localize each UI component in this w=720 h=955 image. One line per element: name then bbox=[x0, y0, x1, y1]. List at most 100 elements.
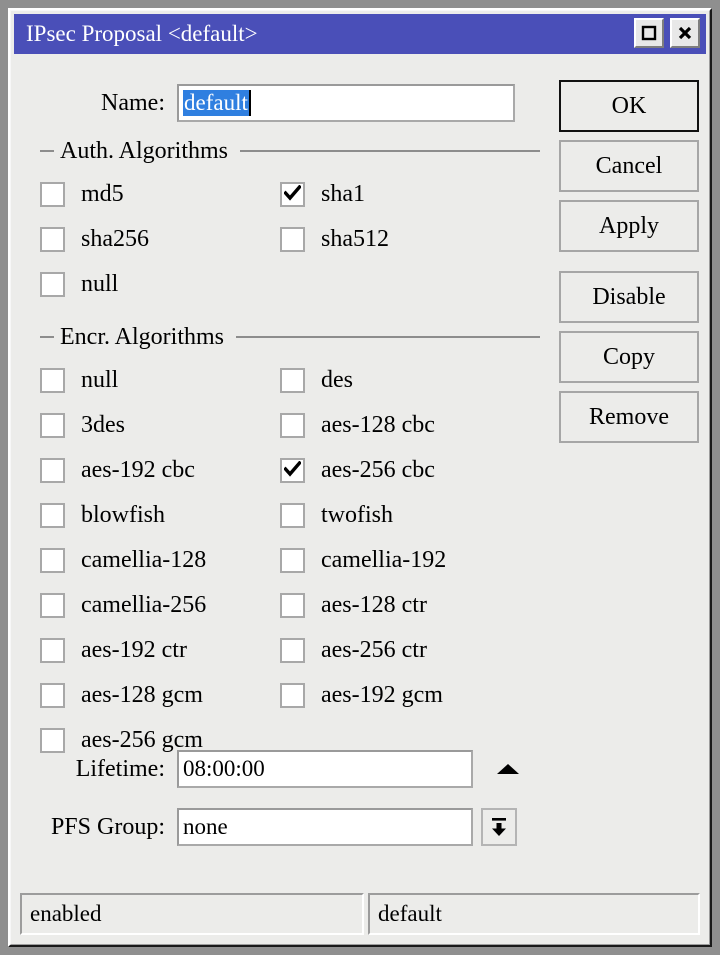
checkbox-item-3des[interactable]: 3des bbox=[40, 412, 280, 439]
checkbox-label: aes-256 ctr bbox=[321, 637, 427, 663]
checkbox-box[interactable] bbox=[280, 413, 305, 438]
checkbox-box[interactable] bbox=[280, 368, 305, 393]
cancel-button[interactable]: Cancel bbox=[559, 140, 699, 192]
pfs-group-row: PFS Group: none bbox=[14, 807, 517, 847]
checkbox-box[interactable] bbox=[40, 503, 65, 528]
checkbox-label: aes-128 cbc bbox=[321, 412, 435, 438]
checkbox-item-null[interactable]: null bbox=[40, 367, 280, 394]
checkbox-item-camellia-128[interactable]: camellia-128 bbox=[40, 547, 280, 574]
checkbox-box[interactable] bbox=[40, 368, 65, 393]
encr-group-title: Encr. Algorithms bbox=[60, 323, 224, 350]
checkbox-item-camellia-192[interactable]: camellia-192 bbox=[280, 547, 520, 574]
auth-checkbox-grid: md5 sha1 sha256 sha512 null bbox=[40, 172, 540, 307]
checkbox-label: twofish bbox=[321, 502, 393, 528]
checkbox-box[interactable] bbox=[40, 272, 65, 297]
checkbox-item-aes-128-ctr[interactable]: aes-128 ctr bbox=[280, 592, 520, 619]
checkbox-label: camellia-128 bbox=[81, 547, 207, 573]
checkbox-label: aes-192 gcm bbox=[321, 682, 443, 708]
checkbox-label: aes-128 ctr bbox=[321, 592, 427, 618]
button-label: Copy bbox=[602, 343, 655, 370]
maximize-icon[interactable] bbox=[634, 18, 664, 48]
button-label: Remove bbox=[589, 403, 669, 430]
encr-group-header: Encr. Algorithms bbox=[40, 324, 540, 350]
checkbox-item-sha512[interactable]: sha512 bbox=[280, 226, 520, 253]
checkbox-box[interactable] bbox=[40, 413, 65, 438]
group-rule bbox=[236, 336, 540, 338]
close-icon[interactable] bbox=[670, 18, 700, 48]
checkbox-box[interactable] bbox=[280, 593, 305, 618]
checkbox-item-camellia-256[interactable]: camellia-256 bbox=[40, 592, 280, 619]
checkbox-box[interactable] bbox=[40, 548, 65, 573]
checkbox-box[interactable] bbox=[280, 548, 305, 573]
checkbox-box[interactable] bbox=[40, 683, 65, 708]
check-glyph bbox=[284, 461, 301, 477]
lifetime-label: Lifetime: bbox=[75, 755, 165, 782]
checkbox-box[interactable] bbox=[40, 593, 65, 618]
checkbox-box[interactable] bbox=[280, 227, 305, 252]
checkbox-box[interactable] bbox=[40, 227, 65, 252]
checkbox-row: camellia-256 aes-128 ctr bbox=[40, 583, 540, 628]
name-label: Name: bbox=[101, 89, 165, 116]
window-controls bbox=[634, 18, 700, 48]
disable-button[interactable]: Disable bbox=[559, 271, 699, 323]
checkbox-item-md5[interactable]: md5 bbox=[40, 181, 280, 208]
triangle-up-glyph bbox=[497, 764, 519, 774]
lifetime-input[interactable]: 08:00:00 bbox=[177, 750, 473, 788]
checkbox-label: 3des bbox=[81, 412, 125, 438]
lifetime-spinner-up-icon[interactable] bbox=[489, 762, 527, 776]
button-label: OK bbox=[611, 92, 647, 119]
checkbox-label: md5 bbox=[81, 181, 124, 207]
checkbox-box[interactable] bbox=[280, 182, 305, 207]
group-dash bbox=[40, 336, 54, 338]
pfs-group-dropdown-button[interactable] bbox=[481, 808, 517, 846]
checkbox-item-sha1[interactable]: sha1 bbox=[280, 181, 520, 208]
checkbox-item-aes-128-gcm[interactable]: aes-128 gcm bbox=[40, 682, 280, 709]
checkbox-row: md5 sha1 bbox=[40, 172, 540, 217]
checkbox-label: aes-192 cbc bbox=[81, 457, 195, 483]
checkbox-box[interactable] bbox=[280, 503, 305, 528]
checkbox-box[interactable] bbox=[40, 458, 65, 483]
checkbox-label: aes-128 gcm bbox=[81, 682, 203, 708]
checkbox-row: blowfish twofish bbox=[40, 493, 540, 538]
checkbox-label: camellia-192 bbox=[321, 547, 447, 573]
checkbox-box[interactable] bbox=[40, 638, 65, 663]
check-glyph bbox=[284, 185, 301, 201]
dialog-body: Name: default Auth. Algorithms md5 sha1 sh… bbox=[14, 56, 706, 941]
checkbox-row: aes-192 ctr aes-256 ctr bbox=[40, 628, 540, 673]
name-input[interactable]: default bbox=[177, 84, 515, 122]
checkbox-item-twofish[interactable]: twofish bbox=[280, 502, 520, 529]
checkbox-label: des bbox=[321, 367, 353, 393]
checkbox-label: sha512 bbox=[321, 226, 389, 252]
checkbox-item-aes-128-cbc[interactable]: aes-128 cbc bbox=[280, 412, 520, 439]
group-dash bbox=[40, 150, 54, 152]
checkbox-item-null[interactable]: null bbox=[40, 271, 280, 298]
checkbox-box[interactable] bbox=[280, 458, 305, 483]
checkbox-item-aes-256-ctr[interactable]: aes-256 ctr bbox=[280, 637, 520, 664]
checkbox-box[interactable] bbox=[40, 182, 65, 207]
checkbox-item-des[interactable]: des bbox=[280, 367, 520, 394]
checkbox-box[interactable] bbox=[280, 683, 305, 708]
pfs-group-input[interactable]: none bbox=[177, 808, 473, 846]
checkbox-row: null des bbox=[40, 358, 540, 403]
copy-button[interactable]: Copy bbox=[559, 331, 699, 383]
apply-button[interactable]: Apply bbox=[559, 200, 699, 252]
name-row: Name: default bbox=[14, 84, 544, 122]
status-enabled: enabled bbox=[20, 893, 364, 935]
checkbox-item-aes-192-gcm[interactable]: aes-192 gcm bbox=[280, 682, 520, 709]
checkbox-label: sha256 bbox=[81, 226, 149, 252]
square-glyph bbox=[641, 25, 657, 41]
checkbox-item-blowfish[interactable]: blowfish bbox=[40, 502, 280, 529]
titlebar[interactable]: IPsec Proposal <default> bbox=[14, 14, 706, 54]
checkbox-box[interactable] bbox=[280, 638, 305, 663]
checkbox-item-aes-256-cbc[interactable]: aes-256 cbc bbox=[280, 457, 520, 484]
checkbox-item-sha256[interactable]: sha256 bbox=[40, 226, 280, 253]
checkbox-label: blowfish bbox=[81, 502, 165, 528]
checkbox-item-aes-192-ctr[interactable]: aes-192 ctr bbox=[40, 637, 280, 664]
ok-button[interactable]: OK bbox=[559, 80, 699, 132]
status-profile: default bbox=[368, 893, 700, 935]
auth-group-title: Auth. Algorithms bbox=[60, 137, 229, 164]
checkbox-label: null bbox=[81, 367, 119, 393]
checkbox-label: aes-256 cbc bbox=[321, 457, 435, 483]
remove-button[interactable]: Remove bbox=[559, 391, 699, 443]
checkbox-item-aes-192-cbc[interactable]: aes-192 cbc bbox=[40, 457, 280, 484]
